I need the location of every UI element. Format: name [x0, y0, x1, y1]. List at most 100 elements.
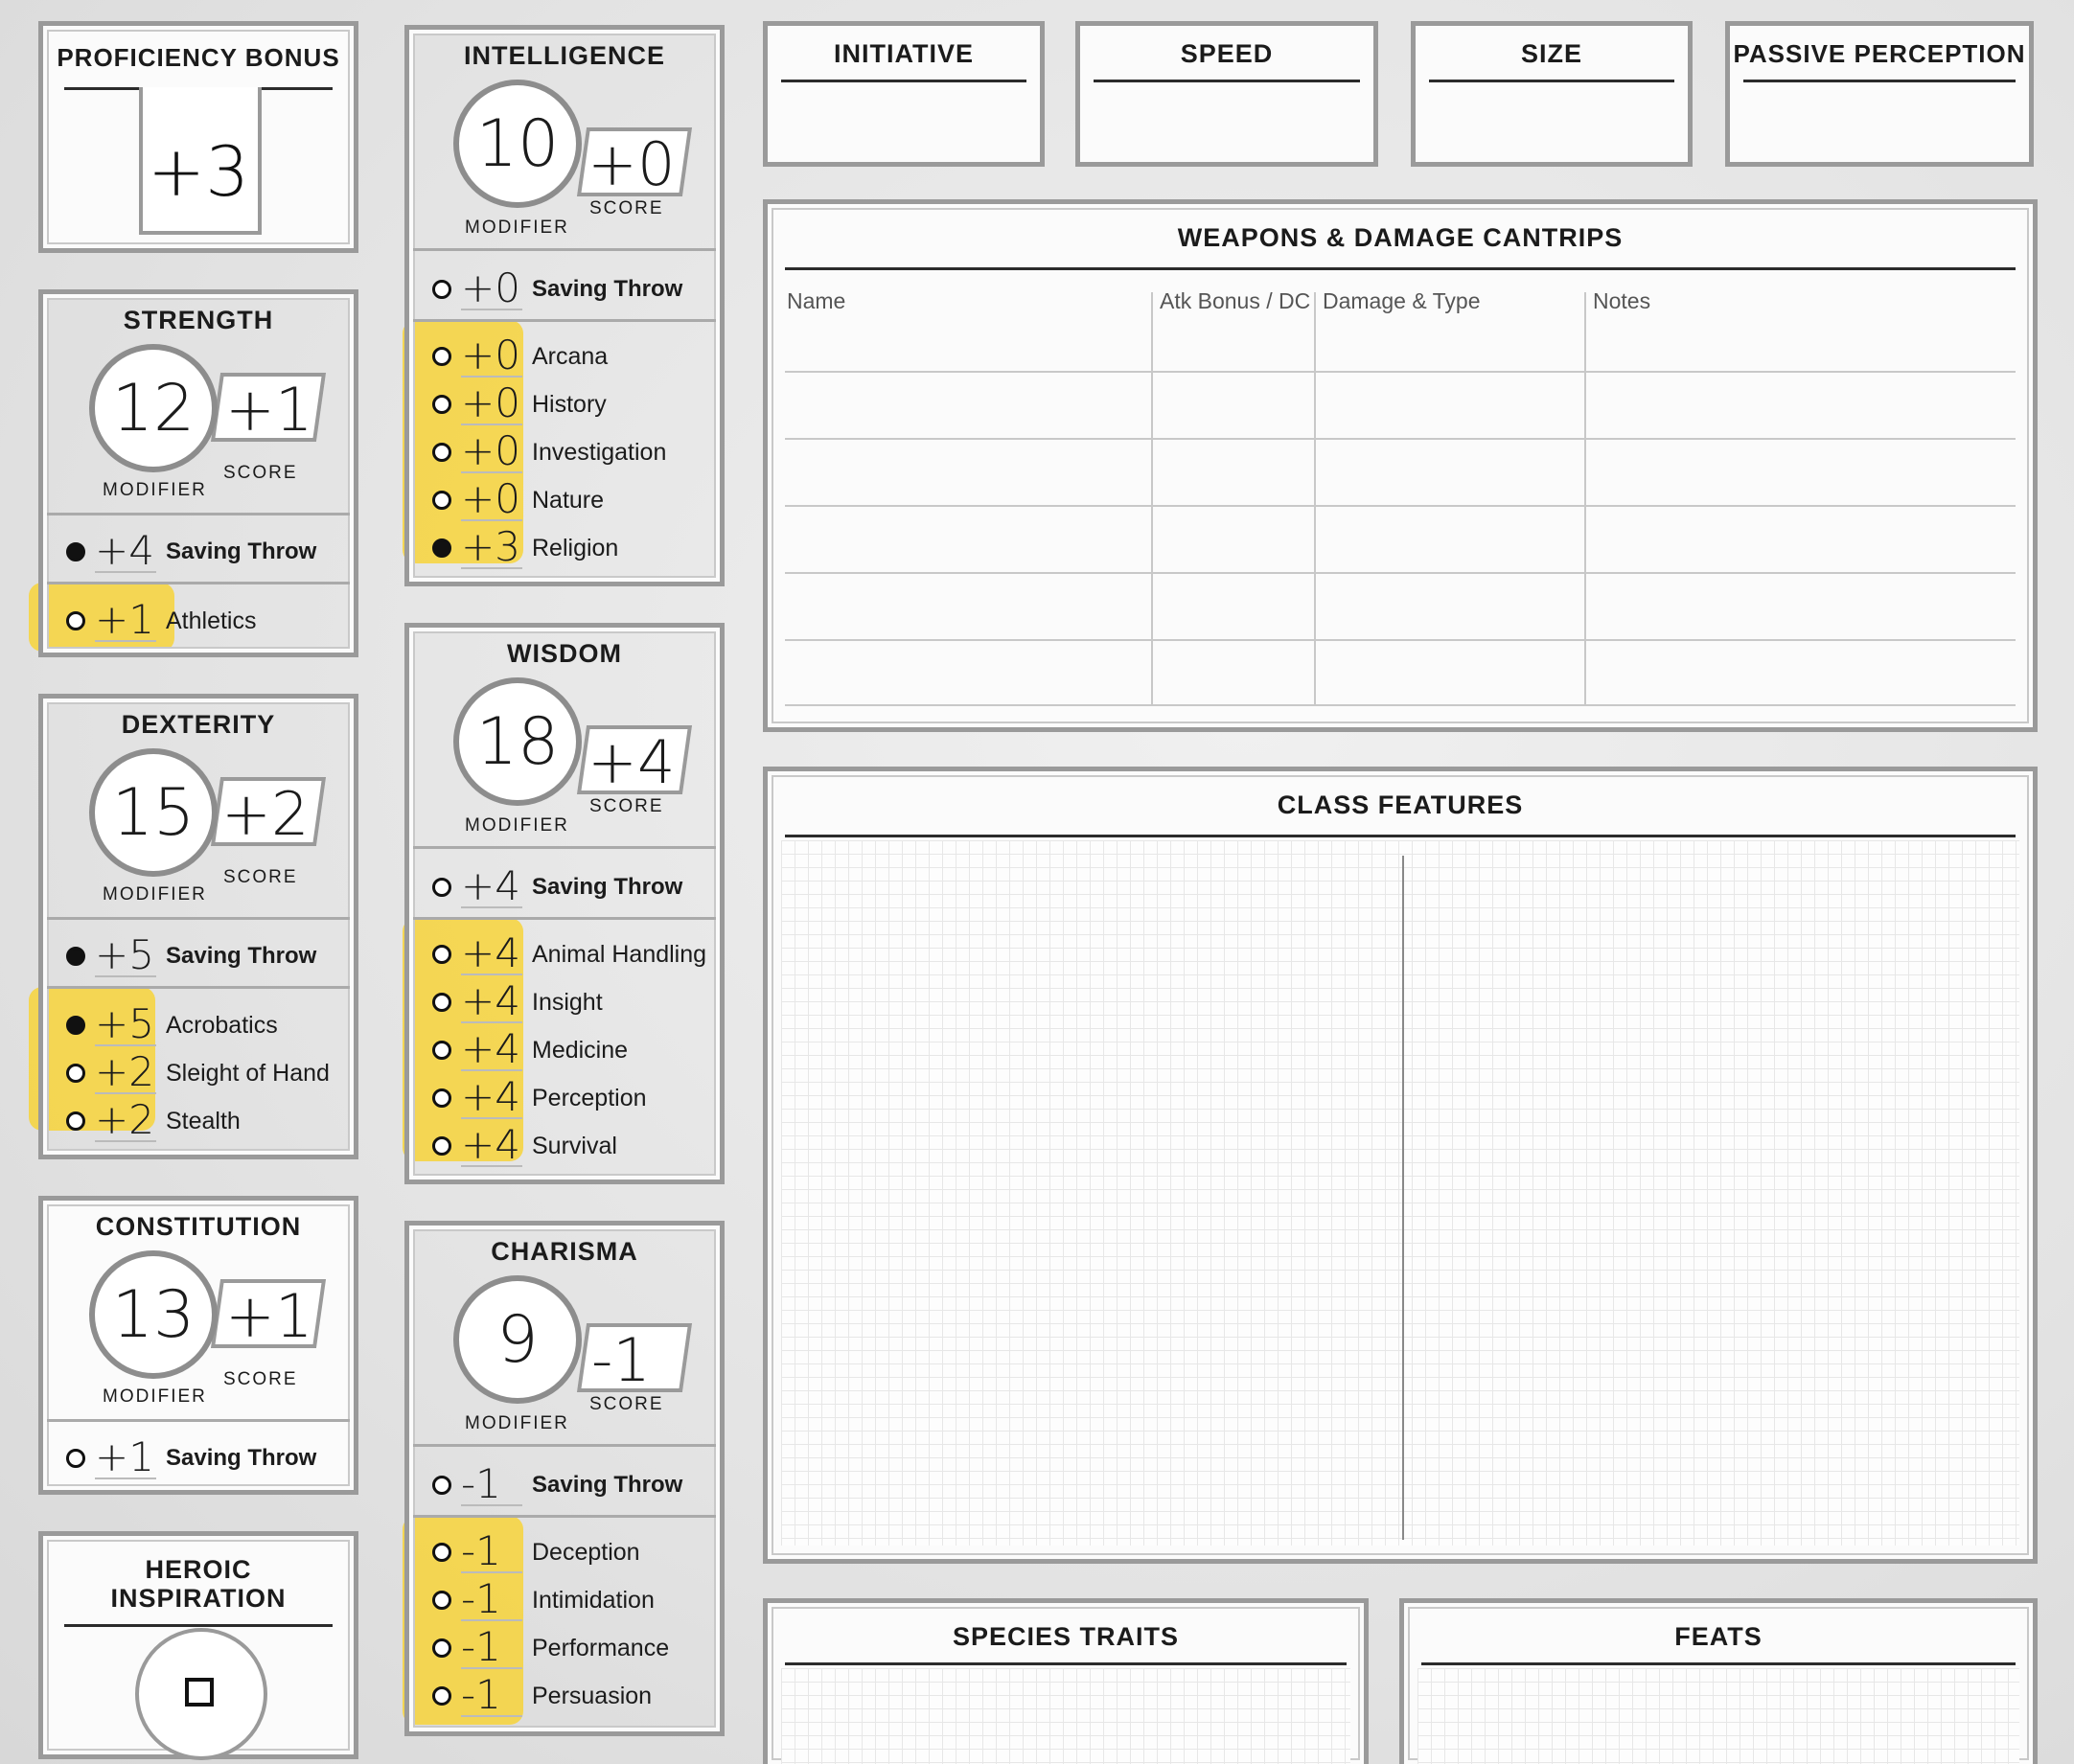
skill-row-insight[interactable]: +4 Insight [432, 980, 603, 1024]
feats-grid[interactable] [1417, 1668, 2019, 1764]
table-row[interactable] [785, 505, 2016, 507]
proficiency-dot[interactable] [432, 1041, 451, 1060]
speed-box[interactable]: SPEED [1075, 21, 1378, 167]
skill-value: +1 [95, 600, 156, 642]
dexterity-modifier-value: +2 [221, 779, 310, 849]
skill-row-animal-handling[interactable]: +4 Animal Handling [432, 932, 706, 976]
skill-row-nature[interactable]: +0 Nature [432, 478, 604, 522]
intelligence-saving-throw-row[interactable]: +0 Saving Throw [432, 267, 682, 311]
charisma-modifier-circle[interactable]: 9 [453, 1275, 582, 1404]
divider [785, 1662, 1347, 1665]
proficiency-dot[interactable] [432, 1638, 451, 1658]
skill-row-investigation[interactable]: +0 Investigation [432, 430, 666, 474]
saving-throw-label: Saving Throw [166, 538, 317, 564]
proficiency-dot[interactable] [66, 947, 85, 966]
constitution-saving-throw-row[interactable]: +1 Saving Throw [66, 1436, 316, 1480]
proficiency-dot[interactable] [432, 1543, 451, 1562]
divider [413, 1515, 716, 1518]
skill-row-religion[interactable]: +3 Religion [432, 526, 618, 570]
skill-row-survival[interactable]: +4 Survival [432, 1124, 617, 1168]
skill-row-persuasion[interactable]: -1 Persuasion [432, 1674, 652, 1718]
divider [413, 1444, 716, 1447]
proficiency-dot[interactable] [432, 347, 451, 366]
species-traits-grid[interactable] [781, 1668, 1350, 1764]
feats-panel: FEATS [1399, 1598, 2038, 1764]
strength-panel: STRENGTH 12 +1 MODIFIER SCORE +4 Saving … [38, 289, 358, 657]
strength-title: STRENGTH [123, 306, 274, 334]
strength-modifier-circle[interactable]: 12 [89, 344, 218, 472]
proficiency-dot[interactable] [66, 542, 85, 561]
skill-name: History [532, 390, 607, 418]
proficiency-dot[interactable] [432, 1686, 451, 1706]
saving-throw-label: Saving Throw [532, 1472, 683, 1498]
wisdom-panel: WISDOM 18 +4 MODIFIER SCORE +4 Saving Th… [404, 623, 725, 1184]
proficiency-dot[interactable] [66, 1111, 85, 1131]
skill-name: Animal Handling [532, 940, 707, 968]
skill-row-performance[interactable]: -1 Performance [432, 1626, 669, 1670]
dexterity-panel: DEXTERITY 15 +2 MODIFIER SCORE +5 Saving… [38, 694, 358, 1159]
divider [1429, 80, 1674, 82]
table-row[interactable] [785, 704, 2016, 706]
skill-row-sleight-of-hand[interactable]: +2 Sleight of Hand [66, 1051, 330, 1095]
proficiency-dot[interactable] [432, 538, 451, 558]
table-row[interactable] [785, 371, 2016, 373]
proficiency-dot[interactable] [66, 1016, 85, 1035]
class-features-grid[interactable] [781, 840, 2019, 1546]
class-features-title: CLASS FEATURES [1277, 790, 1524, 819]
skill-row-arcana[interactable]: +0 Arcana [432, 334, 608, 378]
initiative-title: INITIATIVE [833, 39, 974, 68]
strength-saving-throw-row[interactable]: +4 Saving Throw [66, 530, 316, 574]
score-label: SCORE [223, 463, 298, 483]
proficiency-dot[interactable] [432, 395, 451, 414]
divider [785, 267, 2016, 270]
table-row[interactable] [785, 438, 2016, 440]
proficiency-dot[interactable] [432, 993, 451, 1012]
skill-row-athletics[interactable]: +1 Athletics [66, 599, 256, 643]
wisdom-saving-throw-row[interactable]: +4 Saving Throw [432, 865, 682, 909]
skill-row-acrobatics[interactable]: +5 Acrobatics [66, 1003, 278, 1047]
proficiency-dot[interactable] [432, 1476, 451, 1495]
proficiency-dot[interactable] [432, 443, 451, 462]
constitution-title: CONSTITUTION [95, 1212, 302, 1241]
constitution-modifier-circle[interactable]: 13 [89, 1250, 218, 1379]
table-row[interactable] [785, 572, 2016, 574]
skill-value: +4 [461, 1029, 522, 1071]
charisma-saving-throw-row[interactable]: -1 Saving Throw [432, 1463, 682, 1507]
proficiency-dot[interactable] [432, 280, 451, 299]
initiative-box[interactable]: INITIATIVE [763, 21, 1045, 167]
dexterity-modifier-circle[interactable]: 15 [89, 748, 218, 877]
passive-perception-box[interactable]: PASSIVE PERCEPTION [1725, 21, 2034, 167]
proficiency-dot[interactable] [66, 611, 85, 630]
proficiency-dot[interactable] [432, 1591, 451, 1610]
skill-name: Nature [532, 486, 605, 514]
skill-value: +5 [95, 1004, 156, 1046]
skill-value: +4 [461, 933, 522, 975]
wisdom-modifier-circle[interactable]: 18 [453, 677, 582, 806]
skill-row-medicine[interactable]: +4 Medicine [432, 1028, 628, 1072]
proficiency-dot[interactable] [432, 1136, 451, 1156]
proficiency-dot[interactable] [432, 945, 451, 964]
skill-row-intimidation[interactable]: -1 Intimidation [432, 1578, 655, 1622]
skill-row-perception[interactable]: +4 Perception [432, 1076, 647, 1120]
proficiency-bonus-panel: PROFICIENCY BONUS +3 [38, 21, 358, 253]
column-divider [1314, 292, 1316, 704]
charisma-modifier-value: -1 [591, 1325, 651, 1395]
skill-row-deception[interactable]: -1 Deception [432, 1530, 640, 1574]
skill-row-stealth[interactable]: +2 Stealth [66, 1099, 241, 1143]
column-header-damage-type: Damage & Type [1323, 288, 1481, 313]
heroic-inspiration-title-line2: INSPIRATION [110, 1584, 287, 1613]
score-label: SCORE [589, 1394, 664, 1414]
table-row[interactable] [785, 639, 2016, 641]
proficiency-dot[interactable] [432, 1088, 451, 1108]
intelligence-score-value: 10 [475, 105, 560, 182]
skill-row-history[interactable]: +0 History [432, 382, 607, 426]
dexterity-saving-throw-row[interactable]: +5 Saving Throw [66, 934, 316, 978]
proficiency-dot[interactable] [432, 491, 451, 510]
proficiency-dot[interactable] [432, 878, 451, 897]
intelligence-modifier-circle[interactable]: 10 [453, 80, 582, 208]
proficiency-dot[interactable] [66, 1064, 85, 1083]
proficiency-dot[interactable] [66, 1449, 85, 1468]
divider [47, 917, 350, 920]
charisma-score-value: 9 [496, 1301, 539, 1378]
size-box[interactable]: SIZE [1411, 21, 1693, 167]
